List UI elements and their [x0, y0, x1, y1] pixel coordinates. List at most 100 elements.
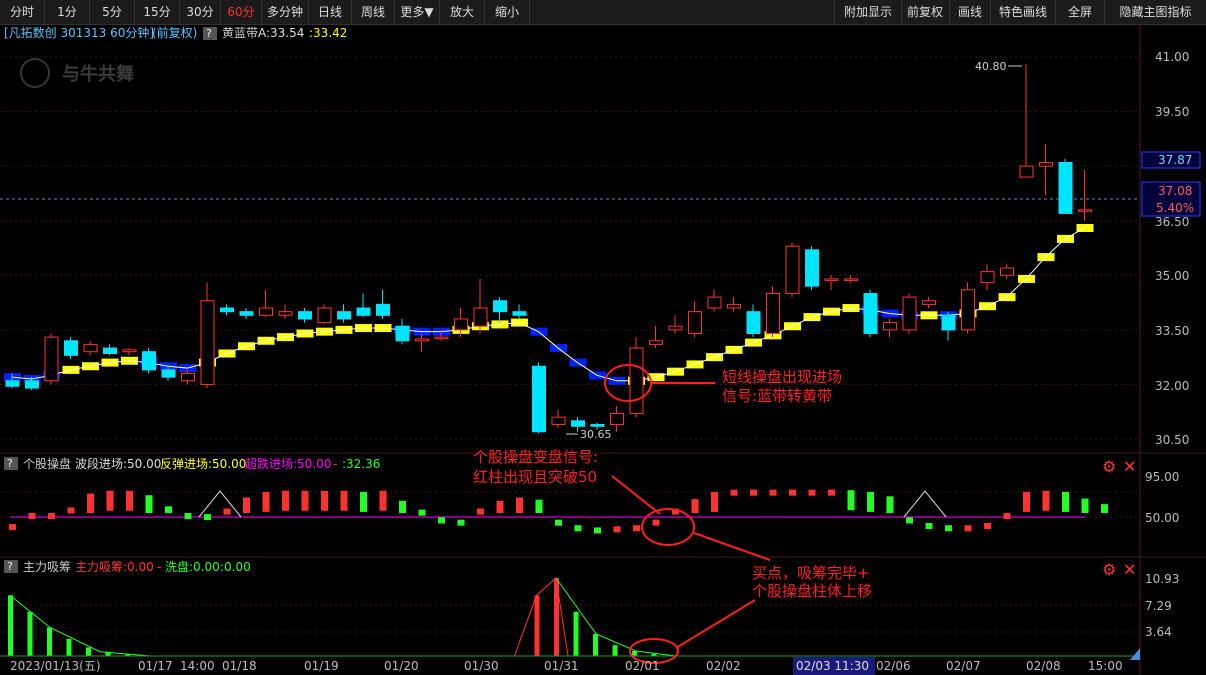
candle[interactable]: [259, 289, 273, 318]
osc-bar: [1062, 491, 1069, 512]
osc-bar: [1081, 498, 1089, 513]
osc-bar: [516, 497, 523, 513]
osc-bar: [321, 490, 328, 511]
acc-close-icon[interactable]: ✕: [1123, 560, 1136, 579]
candle[interactable]: [883, 318, 897, 338]
price-tag-current-text: 37.08: [1158, 184, 1192, 198]
candle-body: [1078, 209, 1092, 212]
candle-body: [532, 365, 546, 433]
candle[interactable]: [844, 275, 858, 283]
candle[interactable]: [707, 289, 722, 312]
osc-bar: [769, 489, 777, 496]
osc-close-icon[interactable]: ✕: [1123, 457, 1136, 476]
candle[interactable]: [941, 311, 956, 341]
candle[interactable]: [298, 308, 312, 323]
candle[interactable]: [1039, 144, 1053, 196]
candle[interactable]: [376, 289, 390, 319]
candle-body: [473, 307, 488, 327]
acc-help-icon[interactable]: ?: [7, 560, 13, 573]
osc-bar: [633, 525, 640, 532]
osc-bar: [48, 513, 55, 519]
candle[interactable]: [629, 337, 644, 418]
osc-bar: [750, 489, 757, 496]
candle[interactable]: [824, 275, 839, 290]
price-tick: 33.50: [1155, 324, 1189, 338]
candle[interactable]: [142, 348, 156, 374]
candle[interactable]: [395, 318, 410, 345]
candle[interactable]: [688, 300, 702, 338]
candle[interactable]: [532, 362, 546, 434]
watermark-logo: 与牛共舞: [20, 58, 134, 88]
acc-main-value: 主力吸筹:0.00: [75, 560, 154, 574]
annotation-2-line1: 个股操盘变盘信号:: [473, 448, 598, 466]
candle[interactable]: [493, 297, 507, 323]
chart-area[interactable]: 与牛共舞 [凡拓数创 301313 60分钟] (前复权) ? 黄蓝带 A:33…: [0, 0, 1206, 675]
candle[interactable]: [766, 286, 780, 338]
candle[interactable]: [863, 289, 878, 338]
candle[interactable]: [415, 333, 429, 352]
candle-body: [551, 416, 566, 425]
candle[interactable]: [785, 242, 800, 298]
candle-body: [805, 249, 819, 287]
osc-bar: [594, 527, 601, 534]
candle[interactable]: [44, 333, 59, 385]
osc-bar: [418, 509, 426, 516]
high-price-label: 40.80: [975, 60, 1007, 73]
acc-settings-icon[interactable]: ⚙: [1102, 560, 1116, 579]
candle[interactable]: [1078, 169, 1092, 221]
candle[interactable]: [922, 297, 936, 309]
candle[interactable]: [610, 406, 624, 432]
candle[interactable]: [220, 304, 234, 316]
candle[interactable]: [181, 369, 195, 385]
candle[interactable]: [1019, 64, 1034, 178]
candle[interactable]: [902, 293, 917, 334]
annotation-3-line1: 买点，吸筹完毕+: [752, 564, 870, 582]
osc-bar: [828, 489, 835, 496]
candle[interactable]: [473, 278, 488, 334]
candle[interactable]: [239, 308, 254, 319]
candle[interactable]: [103, 344, 117, 356]
osc-bar: [847, 490, 855, 511]
candle[interactable]: [317, 304, 332, 325]
candle-body: [337, 311, 351, 320]
candle-body: [707, 296, 722, 309]
candle[interactable]: [805, 246, 819, 290]
candle-body: [317, 307, 332, 324]
candle-body: [883, 322, 897, 331]
time-label: 01/31: [544, 659, 579, 673]
candle[interactable]: [1058, 158, 1073, 214]
candle-body: [746, 311, 761, 334]
osc-wave-entry: 波段进场:50.00: [75, 456, 161, 471]
candle[interactable]: [1000, 264, 1014, 279]
candle-body: [688, 311, 702, 334]
candle[interactable]: [551, 409, 566, 429]
candle[interactable]: [83, 340, 98, 356]
candle[interactable]: [727, 297, 741, 312]
candle-body: [1019, 165, 1034, 178]
osc-bar: [9, 524, 16, 531]
osc-dash: -: [333, 457, 337, 471]
candle[interactable]: [122, 348, 137, 356]
candle[interactable]: [668, 315, 683, 334]
osc-help-icon[interactable]: ?: [7, 457, 13, 470]
osc-bar: [438, 517, 445, 524]
scroll-corner-icon[interactable]: [1130, 648, 1140, 660]
price-tick: 39.50: [1155, 105, 1189, 119]
candle-body: [902, 296, 917, 331]
candle[interactable]: [200, 282, 215, 389]
candle[interactable]: [64, 337, 78, 359]
osc-bar: [886, 496, 894, 513]
osc-bar: [204, 514, 211, 521]
candle[interactable]: [961, 282, 975, 334]
main-help-icon[interactable]: ?: [206, 27, 212, 40]
candle-body: [181, 373, 195, 382]
candle[interactable]: [746, 304, 761, 338]
osc-settings-icon[interactable]: ⚙: [1102, 457, 1116, 476]
candle[interactable]: [512, 304, 527, 319]
candle[interactable]: [278, 304, 293, 319]
candle[interactable]: [337, 304, 351, 323]
candle[interactable]: [980, 264, 995, 290]
acc-bar: [66, 638, 72, 656]
osc-bar: [106, 490, 114, 511]
candle[interactable]: [356, 293, 371, 318]
